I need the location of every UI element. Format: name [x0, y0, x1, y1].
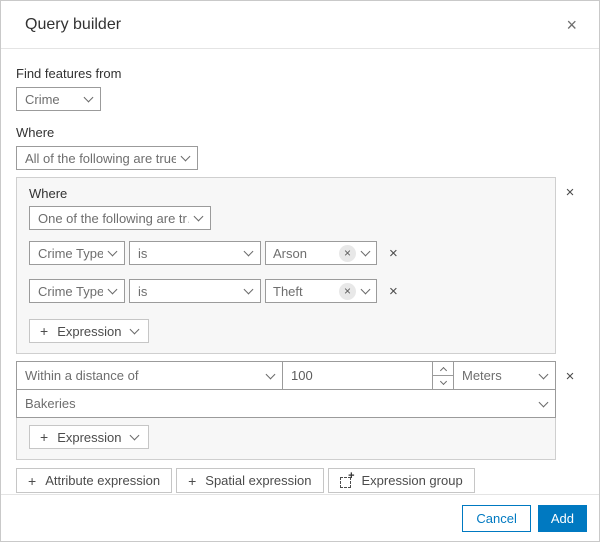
- clear-value-button[interactable]: ×: [339, 244, 356, 262]
- spatial-expression-label: Spatial expression: [205, 473, 312, 488]
- add-expression-group-button[interactable]: + Expression group: [327, 468, 475, 493]
- dialog-header: Query builder ×: [1, 1, 599, 49]
- clear-value-button[interactable]: ×: [339, 282, 356, 300]
- group-operator-select[interactable]: One of the following are tr…: [29, 206, 211, 230]
- attribute-expression-group: Where One of the following are tr… Crime…: [16, 177, 556, 354]
- spatial-relationship-select[interactable]: Within a distance of: [16, 361, 283, 390]
- add-attribute-expression-button[interactable]: + Attribute expression: [16, 468, 173, 493]
- value-combobox[interactable]: Arson ×: [265, 241, 377, 265]
- chevron-down-icon: [107, 246, 118, 257]
- expression-group-row: Within a distance of Meters: [16, 361, 584, 460]
- number-stepper: [432, 362, 453, 389]
- expression-actions: + Attribute expression + Spatial express…: [16, 468, 584, 493]
- distance-input[interactable]: [283, 362, 432, 389]
- add-expression-label: Expression: [57, 323, 122, 339]
- value-label: Arson: [273, 245, 307, 261]
- attribute-expression-label: Attribute expression: [45, 473, 161, 488]
- chevron-up-icon: [439, 366, 447, 374]
- layer-select-value: Crime: [25, 91, 60, 107]
- plus-icon: +: [40, 323, 49, 339]
- chevron-down-icon: [538, 397, 549, 407]
- chevron-down-icon: [129, 430, 139, 441]
- field-select-value: Crime Type: [38, 283, 103, 299]
- page-title: Query builder: [25, 15, 122, 33]
- expression-row: Crime Type is Arson × ×: [29, 241, 543, 265]
- query-builder-dialog: Query builder × Find features from Crime…: [0, 0, 600, 542]
- field-select-value: Crime Type: [38, 245, 103, 261]
- operator-select-value: is: [138, 283, 148, 299]
- dialog-footer: Cancel Add: [1, 494, 599, 541]
- unit-select-value: Meters: [462, 368, 502, 383]
- spatial-relationship-value: Within a distance of: [25, 368, 139, 383]
- close-icon: ×: [565, 368, 575, 385]
- operator-select-value: is: [138, 245, 148, 261]
- expression-group-label: Expression group: [361, 473, 463, 488]
- remove-group-button[interactable]: ×: [564, 183, 577, 202]
- close-button[interactable]: ×: [562, 14, 581, 36]
- expression-group-icon: +: [339, 470, 355, 488]
- value-combobox[interactable]: Theft ×: [265, 279, 377, 303]
- close-icon: ×: [566, 14, 577, 35]
- chevron-down-icon: [538, 369, 549, 379]
- clear-icon: ×: [343, 246, 351, 260]
- stepper-up-button[interactable]: [433, 362, 453, 376]
- find-features-label: Find features from: [16, 66, 122, 81]
- layer-select[interactable]: Crime: [16, 87, 101, 111]
- where-label: Where: [16, 125, 55, 140]
- chevron-down-icon: [129, 324, 139, 335]
- match-operator-value: All of the following are true: [25, 150, 176, 166]
- stepper-down-button[interactable]: [433, 376, 453, 389]
- chevron-down-icon: [107, 284, 118, 295]
- chevron-down-icon: [360, 246, 371, 257]
- match-operator-select[interactable]: All of the following are true: [16, 146, 198, 170]
- target-layer-select[interactable]: Bakeries: [16, 389, 556, 418]
- remove-group-button[interactable]: ×: [564, 367, 577, 386]
- add-expression-label: Expression: [57, 429, 122, 445]
- chevron-down-icon: [193, 211, 204, 222]
- operator-select[interactable]: is: [129, 279, 261, 303]
- value-label: Theft: [273, 283, 303, 299]
- chevron-down-icon: [83, 92, 94, 103]
- group-where-label: Where: [29, 186, 68, 201]
- close-icon: ×: [389, 282, 398, 300]
- spatial-expression-group: Within a distance of Meters: [16, 361, 556, 460]
- remove-expression-button[interactable]: ×: [387, 282, 400, 301]
- plus-icon: +: [188, 472, 197, 489]
- group-operator-value: One of the following are tr…: [38, 210, 189, 226]
- operator-select[interactable]: is: [129, 241, 261, 265]
- plus-icon: +: [40, 429, 49, 445]
- close-icon: ×: [389, 244, 398, 262]
- field-select[interactable]: Crime Type: [29, 241, 125, 265]
- close-icon: ×: [565, 184, 575, 201]
- expression-group-row: Where One of the following are tr… Crime…: [16, 177, 584, 354]
- add-button[interactable]: Add: [537, 504, 587, 532]
- field-select[interactable]: Crime Type: [29, 279, 125, 303]
- unit-select[interactable]: Meters: [453, 361, 556, 390]
- add-expression-button[interactable]: + Expression: [29, 425, 149, 449]
- distance-field: [282, 361, 454, 390]
- add-expression-button[interactable]: + Expression: [29, 319, 149, 343]
- cancel-button[interactable]: Cancel: [462, 504, 531, 532]
- chevron-down-icon: [360, 284, 371, 295]
- chevron-down-icon: [243, 284, 254, 295]
- chevron-down-icon: [180, 151, 191, 162]
- chevron-down-icon: [439, 377, 447, 385]
- chevron-down-icon: [243, 246, 254, 257]
- clear-icon: ×: [343, 284, 351, 298]
- chevron-down-icon: [265, 369, 276, 379]
- add-spatial-expression-button[interactable]: + Spatial expression: [176, 468, 324, 493]
- expression-row: Crime Type is Theft × ×: [29, 279, 543, 303]
- plus-icon: +: [28, 472, 37, 489]
- target-layer-value: Bakeries: [25, 396, 76, 411]
- remove-expression-button[interactable]: ×: [387, 244, 400, 263]
- dialog-body: Find features from Crime Where All of th…: [1, 49, 599, 493]
